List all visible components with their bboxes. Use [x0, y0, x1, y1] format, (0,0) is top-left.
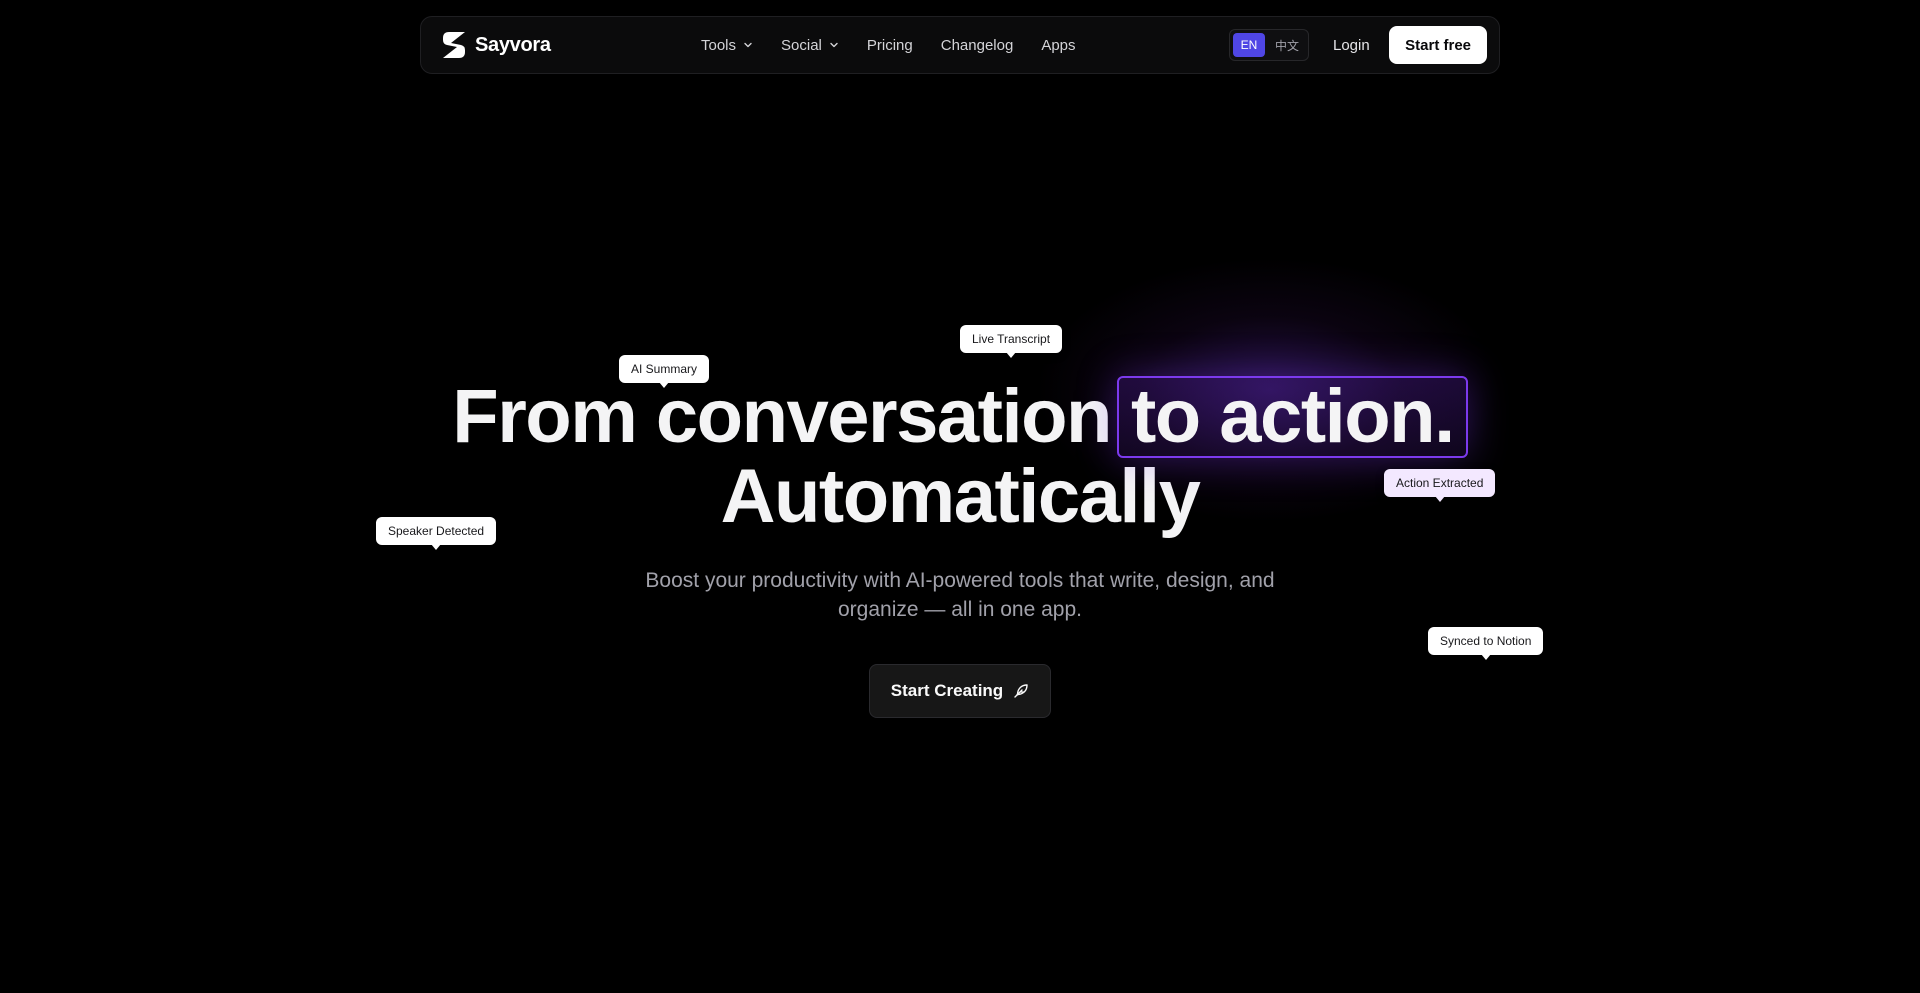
language-switcher: EN 中文: [1229, 29, 1310, 61]
lang-en-button[interactable]: EN: [1233, 33, 1265, 57]
hero-subtitle: Boost your productivity with AI-powered …: [645, 569, 1275, 621]
tag-synced-to-notion: Synced to Notion: [1428, 627, 1544, 660]
nav-social-dropdown[interactable]: Social: [781, 37, 839, 54]
start-creating-button[interactable]: Start Creating: [869, 664, 1051, 718]
hero-headline: From conversation to action. Automaticall…: [0, 376, 1920, 536]
tag-ai-summary: AI Summary: [619, 355, 710, 388]
sayvora-logo-icon: [443, 32, 465, 58]
landing-page: Sayvora Tools Social Pricing Changelog A…: [0, 0, 1920, 993]
nav-tools-label: Tools: [701, 36, 737, 54]
lang-zh-button[interactable]: 中文: [1269, 33, 1305, 57]
nav-changelog-link[interactable]: Changelog: [941, 37, 1014, 54]
headline-part1: From conversation: [452, 374, 1112, 459]
tag-action-extracted: Action Extracted: [1384, 469, 1496, 502]
headline-line-1: From conversation to action.: [0, 376, 1920, 458]
nav-social-label: Social: [781, 36, 822, 54]
nav-apps-link[interactable]: Apps: [1041, 37, 1075, 54]
nav-tools-dropdown[interactable]: Tools: [701, 37, 753, 54]
nav-changelog-label: Changelog: [940, 36, 1014, 54]
tag-speaker-detected: Speaker Detected: [376, 517, 497, 550]
start-creating-label: Start Creating: [890, 681, 1004, 700]
headline-line-2: Automatically: [720, 454, 1201, 539]
top-navbar: Sayvora Tools Social Pricing Changelog A…: [420, 16, 1500, 74]
chevron-down-icon: [744, 42, 752, 48]
feather-pen-icon: [1014, 684, 1028, 698]
nav-pricing-label: Pricing: [866, 36, 913, 54]
login-link[interactable]: Login: [1333, 17, 1370, 73]
headline-highlight: to action.: [1116, 376, 1468, 458]
tag-live-transcript: Live Transcript: [960, 325, 1063, 358]
nav-pricing-link[interactable]: Pricing: [867, 37, 913, 54]
brand-home-link[interactable]: Sayvora: [441, 31, 551, 59]
brand-name: Sayvora: [475, 33, 551, 56]
start-free-button[interactable]: Start free: [1389, 26, 1487, 64]
nav-apps-label: Apps: [1041, 36, 1076, 54]
chevron-down-icon: [830, 42, 838, 48]
nav-links: Tools Social Pricing Changelog Apps: [701, 17, 1076, 73]
